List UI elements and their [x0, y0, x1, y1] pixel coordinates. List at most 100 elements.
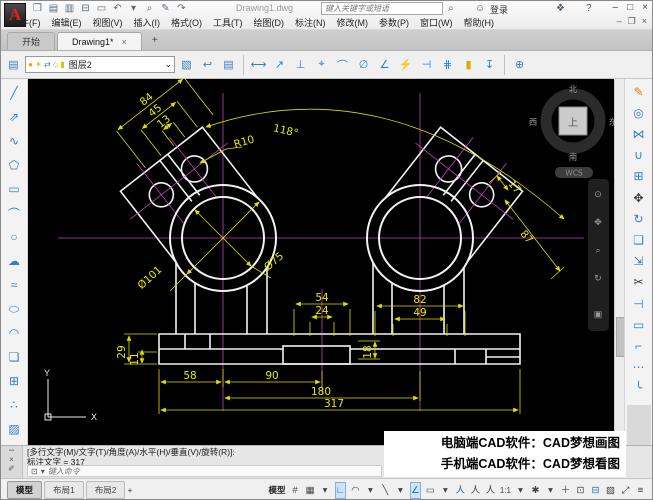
erase-tool-icon[interactable]: ✎ — [628, 81, 650, 102]
tab-close-icon[interactable]: × — [122, 37, 127, 47]
command-close-icon[interactable]: × — [9, 455, 14, 464]
doc-close-button[interactable]: × — [642, 16, 647, 27]
break-tool-icon[interactable]: ▭ — [628, 314, 650, 335]
dim-continue-icon[interactable]: ⋕ — [438, 55, 457, 75]
tab-drawing1[interactable]: Drawing1* × — [57, 32, 142, 50]
menu-help[interactable]: 帮助(H) — [464, 16, 495, 29]
mirror-tool-icon[interactable]: ⋈ — [628, 123, 650, 144]
quick-dim-icon[interactable]: ⚡ — [396, 55, 415, 75]
dim-linear-icon[interactable]: ⟷ — [249, 55, 268, 75]
new-tab-button[interactable]: + — [148, 34, 162, 48]
edit-icon[interactable]: ✎ — [159, 2, 172, 15]
image-icon[interactable]: ▨ — [605, 483, 616, 498]
menu-window[interactable]: 窗口(W) — [420, 16, 453, 29]
offset-tool-icon[interactable]: ∪ — [628, 145, 650, 166]
snap-toggle-icon[interactable]: ▦ — [305, 483, 316, 498]
stretch-tool-icon[interactable]: ⇲ — [628, 251, 650, 272]
menu-edit[interactable]: 编辑(E) — [52, 16, 82, 29]
isodraft-toggle-icon[interactable]: ╲ — [380, 483, 391, 498]
snap-dropdown-icon[interactable]: ▾ — [320, 483, 331, 498]
ortho-toggle-icon[interactable]: ∟ — [335, 482, 346, 499]
insert-block-tool-icon[interactable]: ❏ — [3, 345, 25, 369]
layer-lock-icon[interactable]: ⬦ — [53, 60, 59, 70]
search-input[interactable] — [321, 2, 443, 15]
undo-icon[interactable]: ↶ — [111, 2, 124, 15]
menu-tools[interactable]: 工具(T) — [213, 16, 243, 29]
ellipse-tool-icon[interactable]: ⬭ — [3, 297, 25, 321]
annotation-visibility-icon[interactable]: 人 — [455, 483, 466, 498]
save-as-icon[interactable]: ▥ — [63, 2, 76, 15]
osnap-settings-icon[interactable]: ▭ — [425, 483, 436, 498]
osnap-toggle-icon[interactable]: ∠ — [410, 482, 421, 499]
chamfer-tool-icon[interactable]: ⌐ — [628, 335, 650, 356]
menu-format[interactable]: 格式(O) — [171, 16, 202, 29]
undo-dropdown-icon[interactable]: ▾ — [127, 2, 140, 15]
layer-transfer-icon[interactable]: ⇄ — [44, 60, 51, 69]
tab-layout2[interactable]: 布局2 — [86, 481, 126, 499]
move-tool-icon[interactable]: ✥ — [628, 187, 650, 208]
grid-toggle-icon[interactable]: # — [290, 483, 301, 498]
copy-tool-icon[interactable]: ◎ — [628, 102, 650, 123]
fullscreen-icon[interactable]: ⤢ — [620, 483, 631, 498]
dim-edit-icon[interactable]: ▮ — [459, 55, 478, 75]
viewcube[interactable]: 上 北 南 西 东 WCS — [529, 85, 614, 178]
help-icon[interactable]: ? — [586, 2, 592, 15]
menu-insert[interactable]: 插入(I) — [134, 16, 161, 29]
scale-value[interactable]: 1:1 — [500, 483, 511, 498]
point-tool-icon[interactable]: ∴ — [3, 393, 25, 417]
tab-start[interactable]: 开始 — [7, 32, 55, 50]
command-grip-icon[interactable]: ┉ — [9, 446, 14, 455]
command-options-icon[interactable]: ⊡ — [31, 467, 38, 476]
menu-file[interactable]: 文件(F) — [11, 16, 41, 29]
command-input[interactable] — [48, 467, 378, 476]
layer-freeze-icon[interactable]: ☀ — [35, 60, 42, 69]
plot-icon[interactable]: ⊟ — [590, 483, 601, 498]
model-space-toggle[interactable]: 模型 — [269, 483, 286, 498]
polar-dropdown-icon[interactable]: ▾ — [365, 483, 376, 498]
layer-manager-icon[interactable]: ▤ — [219, 55, 238, 75]
tab-model[interactable]: 模型 — [7, 481, 42, 499]
drawing-canvas[interactable]: 84 45 13 R10 118° Ø75 Ø101 54 24 82 49 1… — [28, 79, 614, 445]
menu-dimension[interactable]: 标注(N) — [295, 16, 326, 29]
minimize-button[interactable]: – — [613, 2, 619, 13]
rectangle-tool-icon[interactable]: ▭ — [3, 177, 25, 201]
center-mark-icon[interactable]: ⊕ — [510, 55, 529, 75]
layer-color-swatch[interactable]: ▮ — [60, 60, 64, 69]
command-input-row[interactable]: ⊡ ▾ — [27, 465, 382, 477]
doc-restore-button[interactable]: ❐ — [628, 16, 636, 27]
search-icon[interactable]: ⌕ — [448, 2, 454, 15]
polygon-tool-icon[interactable]: ⬠ — [3, 153, 25, 177]
polyline-tool-icon[interactable]: ∿ — [3, 129, 25, 153]
dim-text-edit-icon[interactable]: ↧ — [480, 55, 499, 75]
line-tool-icon[interactable]: ╱ — [3, 81, 25, 105]
scale-tool-icon[interactable]: ❏ — [628, 229, 650, 250]
hatch-tool-icon[interactable]: ▨ — [3, 417, 25, 441]
osnap-dropdown-icon[interactable]: ▾ — [440, 483, 451, 498]
dim-baseline-icon[interactable]: ⊣ — [417, 55, 436, 75]
cart-icon[interactable]: ❖ — [556, 2, 565, 15]
isodraft-dropdown-icon[interactable]: ▾ — [395, 483, 406, 498]
close-button[interactable]: × — [642, 2, 648, 13]
units-icon[interactable]: ⊡ — [575, 483, 586, 498]
user-icon[interactable]: ☺ — [475, 2, 485, 15]
layer-previous-icon[interactable]: ↩ — [198, 55, 217, 75]
rotate-tool-icon[interactable]: ↻ — [628, 208, 650, 229]
dim-diameter-icon[interactable]: ∅ — [354, 55, 373, 75]
trim-tool-icon[interactable]: ✂ — [628, 272, 650, 293]
dim-center-icon[interactable]: ⌖ — [312, 55, 331, 75]
dim-aligned-icon[interactable]: ↗ — [270, 55, 289, 75]
crosshair-icon[interactable]: ＋ — [560, 483, 571, 498]
layer-properties-icon[interactable]: ▤ — [4, 55, 23, 75]
ellipse-arc-tool-icon[interactable]: ◠ — [3, 321, 25, 345]
xline-tool-icon[interactable]: ⇗ — [3, 105, 25, 129]
menu-parametric[interactable]: 参数(P) — [379, 16, 409, 29]
command-dropdown-icon[interactable]: ▾ — [41, 467, 45, 476]
circle-tool-icon[interactable]: ○ — [3, 225, 25, 249]
menu-view[interactable]: 视图(V) — [93, 16, 123, 29]
doc-minimize-button[interactable]: – — [617, 16, 622, 27]
fillet-tool-icon[interactable]: ╰ — [628, 378, 650, 399]
array-tool-icon[interactable]: ⊞ — [628, 166, 650, 187]
preview-icon[interactable]: ⌕ — [143, 2, 156, 15]
join-tool-icon[interactable]: ⋯ — [628, 357, 650, 378]
layer-on-icon[interactable]: ● — [28, 60, 33, 69]
